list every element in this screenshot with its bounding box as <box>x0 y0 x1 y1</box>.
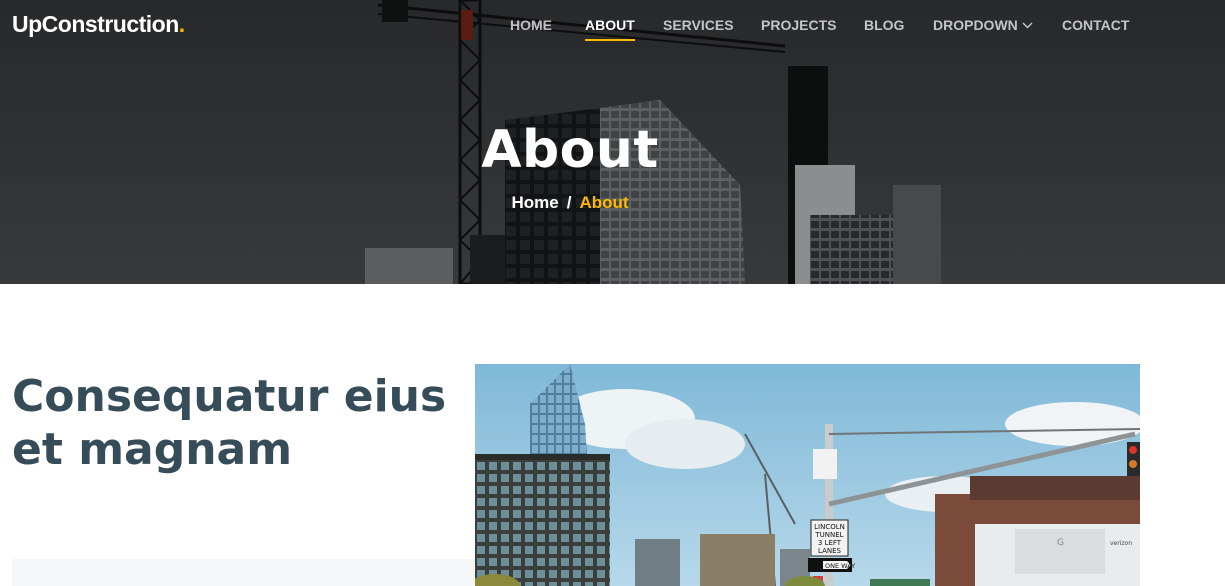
breadcrumb-separator: / <box>566 193 572 212</box>
content-panel <box>12 559 475 586</box>
main-navigation: Home About Services Projects Blog Dropdo… <box>0 17 1225 47</box>
section-heading: Consequatur eius et magnam <box>12 371 447 475</box>
sign-tunnel-line4: LANES <box>818 547 842 555</box>
sign-tunnel-line1: LINCOLN <box>814 523 845 531</box>
nav-item-services[interactable]: Services <box>663 17 734 33</box>
page-header: UpConstruction. Home About Services Proj… <box>0 0 1225 284</box>
billboard-letter: G <box>1057 538 1064 548</box>
nav-item-dropdown-label: Dropdown <box>933 17 1018 33</box>
construction-street-photo: LINCOLN TUNNEL 3 LEFT LANES ONE WAY G ve… <box>475 364 1140 586</box>
sign-tunnel-line3: 3 LEFT <box>818 539 842 547</box>
nav-item-about[interactable]: About <box>585 17 635 41</box>
page-title: About <box>481 120 659 180</box>
nav-item-blog[interactable]: Blog <box>864 17 904 33</box>
about-image: LINCOLN TUNNEL 3 LEFT LANES ONE WAY G ve… <box>475 364 1140 586</box>
nav-item-home[interactable]: Home <box>510 17 552 33</box>
sign-one-way: ONE WAY <box>825 562 855 570</box>
breadcrumb-current: About <box>579 193 629 212</box>
nav-item-projects[interactable]: Projects <box>761 17 836 33</box>
chevron-down-icon <box>1022 22 1033 29</box>
breadcrumb: Home / About <box>0 193 1140 213</box>
billboard-brand: verizon <box>1110 540 1132 547</box>
nav-item-dropdown[interactable]: Dropdown <box>933 17 1033 33</box>
nav-item-contact[interactable]: Contact <box>1062 17 1129 33</box>
sign-tunnel-line2: TUNNEL <box>814 531 843 539</box>
breadcrumb-home-link[interactable]: Home <box>511 193 558 212</box>
